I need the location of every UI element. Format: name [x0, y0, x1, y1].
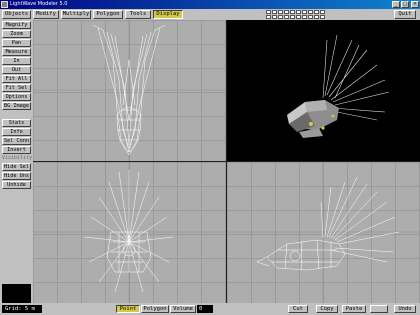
info-button[interactable]: Info — [2, 128, 31, 136]
maximize-icon[interactable]: □ — [401, 1, 409, 8]
tab-multiply[interactable]: Multiply — [61, 10, 91, 19]
side-viewport[interactable] — [227, 162, 420, 303]
visibility-label: Visibility — [2, 155, 33, 161]
front-view-wireframe — [33, 162, 226, 303]
options-button[interactable]: Options — [2, 93, 31, 101]
pan-button[interactable]: Pan — [2, 39, 31, 47]
tab-polygon[interactable]: Polygon — [93, 10, 123, 19]
quit-button[interactable]: Quit — [394, 10, 416, 19]
cut-button[interactable]: Cut — [288, 305, 308, 313]
perspective-render — [287, 34, 390, 138]
tab-objects[interactable]: Objects — [2, 10, 31, 19]
magnify-button[interactable]: Magnify — [2, 21, 31, 29]
invert-button[interactable]: Invert — [2, 146, 31, 154]
title-bar: LightWave Modeler 5.0 _ □ × — [0, 0, 420, 9]
tab-tools[interactable]: Tools — [125, 10, 151, 19]
volume-value-field[interactable]: 0 — [197, 305, 213, 313]
paste-button[interactable]: Paste — [342, 305, 366, 313]
close-icon[interactable]: × — [411, 1, 419, 8]
fit-all-button[interactable]: Fit All — [2, 75, 31, 83]
stats-button[interactable]: Stats — [2, 119, 31, 127]
layer-selector[interactable] — [266, 10, 325, 19]
measure-button[interactable]: Measure — [2, 48, 31, 56]
undo-button[interactable]: Undo — [394, 305, 416, 313]
grid-size-display: Grid: 5 m — [2, 305, 42, 313]
polygon-mode-button[interactable]: Polygon — [141, 305, 169, 313]
hide-sel-button[interactable]: Hide Sel — [2, 163, 31, 171]
volume-mode-button[interactable]: Volume — [170, 305, 196, 313]
point-mode-button[interactable]: Point — [116, 305, 140, 313]
left-panel: Magnify Zoom Pan Measure In Out Fit All … — [0, 20, 33, 315]
top-view-wireframe — [33, 20, 226, 161]
window-title: LightWave Modeler 5.0 — [10, 1, 68, 7]
side-view-wireframe — [227, 162, 420, 303]
out-button[interactable]: Out — [2, 66, 31, 74]
perspective-viewport[interactable] — [227, 20, 420, 161]
top-toolbar: Objects Modify Multiply Polygon Tools Di… — [0, 9, 420, 20]
sel-conn-button[interactable]: Sel Conn — [2, 137, 31, 145]
hide-unsel-button[interactable]: Hide Uns — [2, 172, 31, 180]
zoom-button[interactable]: Zoom — [2, 30, 31, 38]
tab-modify[interactable]: Modify — [33, 10, 59, 19]
front-viewport[interactable] — [33, 162, 226, 303]
in-button[interactable]: In — [2, 57, 31, 65]
fit-sel-button[interactable]: Fit Sel — [2, 84, 31, 92]
minimize-icon[interactable]: _ — [392, 1, 400, 8]
top-viewport[interactable] — [33, 20, 226, 161]
bg-image-button[interactable]: BG Image — [2, 102, 31, 110]
copy-button[interactable]: Copy — [316, 305, 338, 313]
unhide-button[interactable]: Unhide — [2, 181, 31, 189]
tab-display[interactable]: Display — [153, 10, 183, 19]
viewport-divider-horizontal — [33, 161, 420, 162]
bottom-bar: Grid: 5 m Point Polygon Volume 0 Cut Cop… — [0, 303, 420, 315]
blank-button — [370, 305, 388, 313]
app-icon[interactable] — [1, 1, 8, 8]
